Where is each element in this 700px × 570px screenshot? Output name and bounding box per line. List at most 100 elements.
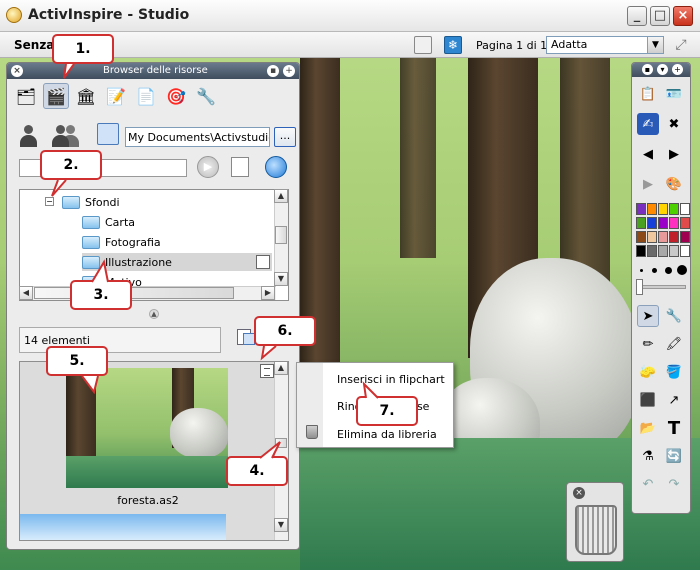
color-swatch[interactable] xyxy=(669,231,679,243)
play-icon[interactable]: ▶ xyxy=(197,156,219,178)
play-icon[interactable]: ▶ xyxy=(637,173,659,195)
preview-scrollbar[interactable]: ▲ ▼ xyxy=(274,362,288,540)
library-icon[interactable]: 🏛 xyxy=(73,83,99,109)
resource-thumbnail[interactable] xyxy=(66,368,228,488)
undo-icon[interactable]: ↶ xyxy=(637,473,659,495)
fullscreen-icon[interactable]: ⤢ xyxy=(671,36,691,54)
page-list-icon[interactable] xyxy=(414,36,432,54)
list-icon[interactable] xyxy=(231,157,249,177)
tree-vertical-scrollbar[interactable]: ▲ ▼ xyxy=(274,189,288,286)
splitter-handle[interactable]: ▲ xyxy=(149,309,159,319)
color-picker-icon[interactable]: 🎨 xyxy=(663,173,685,195)
notes-icon[interactable]: 📝 xyxy=(103,83,129,109)
pen-width-small[interactable] xyxy=(640,269,643,272)
color-swatch[interactable] xyxy=(647,217,657,229)
width-slider[interactable] xyxy=(638,285,686,289)
chevron-down-icon[interactable]: ▼ xyxy=(647,37,663,53)
text-icon[interactable]: T xyxy=(663,417,685,439)
color-swatch[interactable] xyxy=(658,217,668,229)
scroll-thumb[interactable] xyxy=(34,287,234,299)
connector-icon[interactable]: ↗ xyxy=(663,389,685,411)
tree-item-illustrazione[interactable]: Illustrazione xyxy=(82,253,272,271)
item-menu-icon[interactable] xyxy=(260,364,274,378)
spinning-top-icon[interactable]: 🎯 xyxy=(163,83,189,109)
pen-width-large[interactable] xyxy=(665,267,672,274)
collapse-icon[interactable]: ▾ xyxy=(657,64,668,75)
color-swatch[interactable] xyxy=(647,203,657,215)
color-swatch[interactable] xyxy=(669,217,679,229)
pin-icon[interactable]: ▪ xyxy=(642,64,653,75)
previous-page-icon[interactable]: ◀ xyxy=(637,143,659,165)
clear-icon[interactable]: ✖ xyxy=(663,113,685,135)
next-page-icon[interactable]: ▶ xyxy=(663,143,685,165)
reset-page-icon[interactable]: 🔄 xyxy=(663,445,685,467)
redo-icon[interactable]: ↷ xyxy=(663,473,685,495)
scroll-up-icon[interactable]: ▲ xyxy=(274,189,288,203)
minimize-button[interactable]: _ xyxy=(627,6,647,26)
color-swatch[interactable] xyxy=(680,245,690,257)
color-swatch[interactable] xyxy=(636,231,646,243)
color-swatch[interactable] xyxy=(647,231,657,243)
scroll-down-icon[interactable]: ▼ xyxy=(274,518,288,532)
scroll-down-icon[interactable]: ▼ xyxy=(274,272,288,286)
color-swatch[interactable] xyxy=(636,217,646,229)
clipboard-icon[interactable]: 📂 xyxy=(637,417,659,439)
collapse-icon[interactable]: − xyxy=(45,197,54,206)
trash-can-widget[interactable]: × xyxy=(566,482,624,562)
main-menu-icon[interactable]: 📋 xyxy=(637,83,659,105)
tree-item-fotografia[interactable]: Fotografia xyxy=(82,233,161,251)
close-icon[interactable]: × xyxy=(11,65,23,77)
path-input[interactable]: My Documents\Activstudio3 xyxy=(125,127,270,147)
tools-icon[interactable]: 🔧 xyxy=(193,83,219,109)
select-arrow-icon[interactable]: ➤ xyxy=(637,305,659,327)
zoom-select[interactable]: Adatta ▼ xyxy=(546,36,664,54)
tools-icon[interactable]: 🔧 xyxy=(663,305,685,327)
scroll-thumb[interactable] xyxy=(275,438,287,448)
user-icon[interactable] xyxy=(19,125,37,147)
pen-icon[interactable]: ✏ xyxy=(637,333,659,355)
color-swatch[interactable] xyxy=(647,245,657,257)
resource-thumbnail[interactable] xyxy=(20,514,226,540)
eraser-icon[interactable]: 🧽 xyxy=(637,361,659,383)
snowflake-icon[interactable]: ❄ xyxy=(444,36,462,54)
menu-item-insert-flipchart[interactable]: Inserisci in flipchart xyxy=(337,373,445,386)
color-swatch[interactable] xyxy=(680,217,690,229)
expand-icon[interactable]: + xyxy=(672,64,683,75)
color-swatch[interactable] xyxy=(669,245,679,257)
fill-icon[interactable]: 🪣 xyxy=(663,361,685,383)
color-swatch[interactable] xyxy=(658,231,668,243)
tree-horizontal-scrollbar[interactable]: ◀ ▶ xyxy=(19,286,276,300)
menu-item-delete[interactable]: Elimina da libreria xyxy=(337,428,437,441)
expand-icon[interactable]: + xyxy=(283,65,295,77)
color-swatch[interactable] xyxy=(669,203,679,215)
color-swatch[interactable] xyxy=(680,231,690,243)
browse-button[interactable]: ... xyxy=(274,127,296,147)
scroll-up-icon[interactable]: ▲ xyxy=(274,362,288,375)
pin-icon[interactable]: ▪ xyxy=(267,65,279,77)
document-icon[interactable]: 📄 xyxy=(133,83,159,109)
scroll-thumb[interactable] xyxy=(275,226,287,244)
shape-icon[interactable]: ⬛ xyxy=(637,389,659,411)
item-menu-icon[interactable] xyxy=(256,255,270,269)
close-icon[interactable]: × xyxy=(573,487,585,499)
my-resources-icon[interactable]: 🗂 xyxy=(13,83,39,109)
profile-icon[interactable]: 🪪 xyxy=(663,83,685,105)
color-swatch[interactable] xyxy=(636,203,646,215)
width-slider-thumb[interactable] xyxy=(636,279,643,295)
highlighter-icon[interactable]: 🖍 xyxy=(663,333,685,355)
handwriting-icon[interactable]: ✍ xyxy=(637,113,659,135)
scroll-left-icon[interactable]: ◀ xyxy=(19,286,33,300)
maximize-button[interactable]: □ xyxy=(650,6,670,26)
tree-item-carta[interactable]: Carta xyxy=(82,213,135,231)
search-icon[interactable] xyxy=(265,156,287,178)
close-button[interactable]: × xyxy=(673,6,693,26)
color-swatch[interactable] xyxy=(658,203,668,215)
color-swatch[interactable] xyxy=(636,245,646,257)
scroll-right-icon[interactable]: ▶ xyxy=(261,286,275,300)
shared-resources-icon[interactable]: 🎬 xyxy=(43,83,69,109)
flask-icon[interactable]: ⚗ xyxy=(637,445,659,467)
computer-icon[interactable] xyxy=(97,123,119,145)
pen-width-xlarge[interactable] xyxy=(677,265,687,275)
color-swatch[interactable] xyxy=(658,245,668,257)
tree-item-sfondi[interactable]: Sfondi xyxy=(62,193,120,211)
